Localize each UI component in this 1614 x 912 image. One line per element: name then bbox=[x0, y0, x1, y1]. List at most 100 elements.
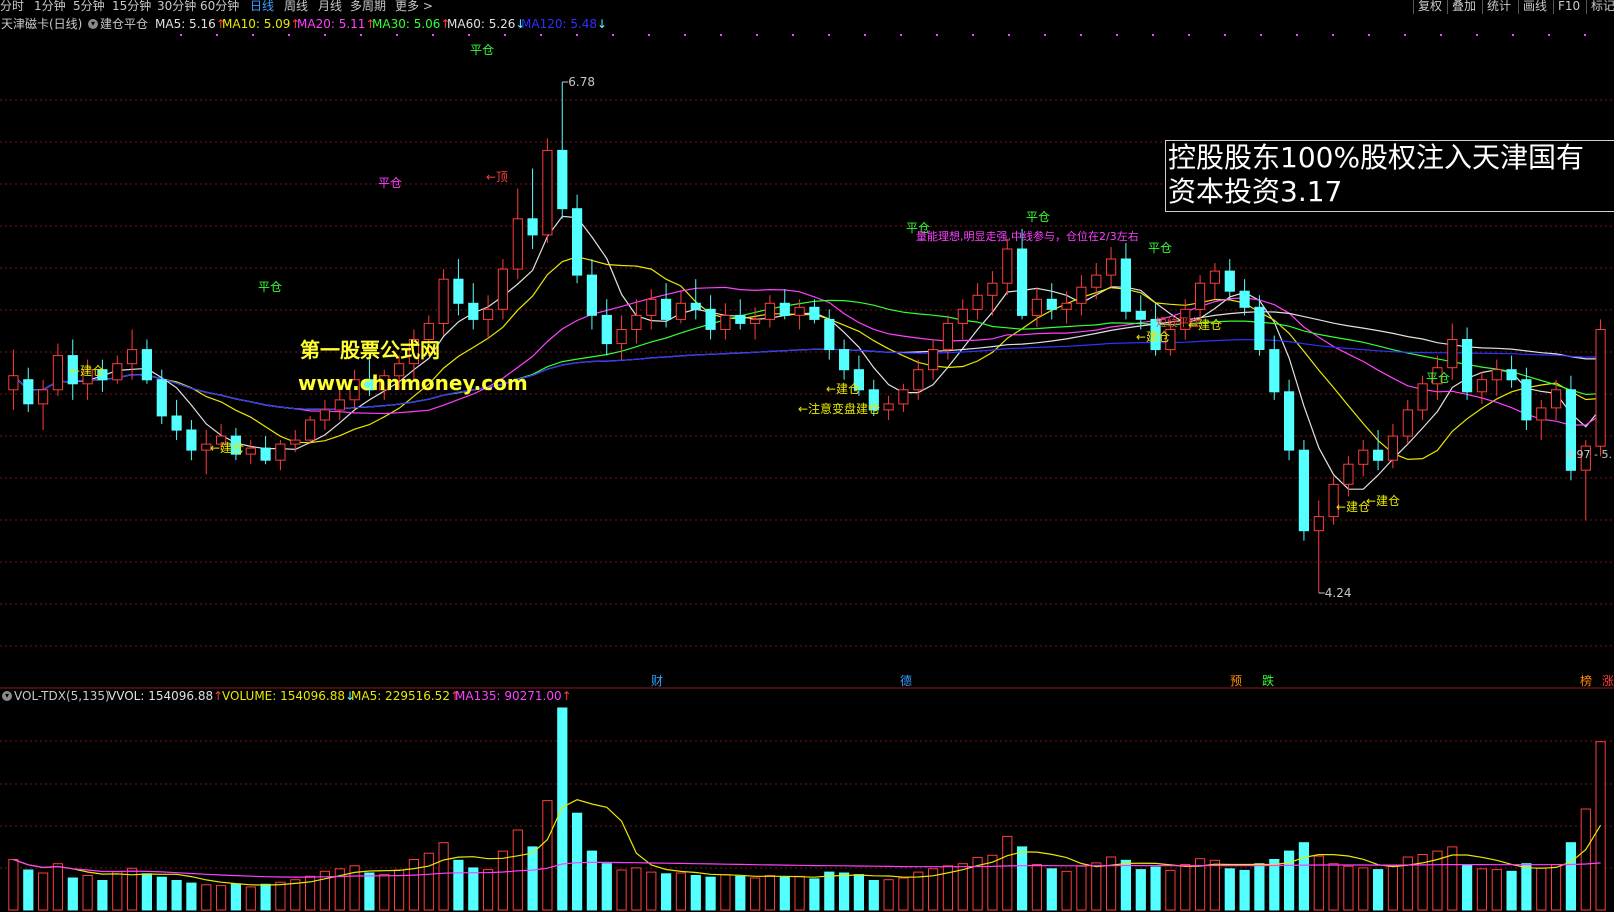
signal-dot bbox=[1440, 34, 1442, 36]
candle-35 bbox=[527, 168, 538, 249]
close-signal-top: 平仓 bbox=[470, 43, 494, 57]
candle-body bbox=[38, 389, 49, 405]
volume-bar-1 bbox=[23, 869, 34, 911]
build-signal: ←建仓 bbox=[1188, 318, 1222, 332]
volume-bar-91 bbox=[1358, 867, 1369, 911]
candle-body bbox=[1462, 339, 1473, 393]
signal-dot bbox=[1332, 34, 1334, 36]
tool-button-3[interactable]: 画线 bbox=[1518, 0, 1547, 14]
event-marker-4: 榜 bbox=[1580, 673, 1592, 688]
volume-bar-5 bbox=[82, 875, 93, 911]
ma-line-MA10 bbox=[12, 256, 1601, 461]
kline-chart[interactable]: 6.784.244.97 - 5.平仓←顶平仓平仓平仓平仓平仓平仓量能理想,明显… bbox=[0, 0, 1614, 912]
volume-bar-30 bbox=[453, 859, 464, 911]
candle-71 bbox=[1061, 291, 1072, 324]
volume-bar-35 bbox=[527, 846, 538, 911]
candle-body bbox=[1031, 298, 1043, 316]
period-tab-7[interactable]: 周线 bbox=[284, 0, 308, 14]
volume-bar-93 bbox=[1387, 864, 1399, 911]
signal-dot bbox=[288, 34, 290, 36]
period-tab-1[interactable]: 1分钟 bbox=[34, 0, 66, 14]
tool-button-0[interactable]: 复权 bbox=[1413, 0, 1442, 14]
signal-dot bbox=[864, 34, 866, 36]
volume-bar-6 bbox=[97, 880, 108, 911]
volume-bar-101 bbox=[1506, 870, 1517, 911]
candle-body bbox=[928, 349, 939, 371]
candle-body bbox=[1076, 286, 1087, 304]
signal-dot bbox=[1512, 34, 1514, 36]
volume-bar-98 bbox=[1462, 864, 1473, 911]
period-tab-3[interactable]: 15分钟 bbox=[112, 0, 151, 14]
candle-body bbox=[972, 294, 983, 310]
candle-38 bbox=[572, 194, 583, 284]
candle-12 bbox=[186, 419, 197, 461]
tool-button-2[interactable]: 统计 bbox=[1482, 0, 1511, 14]
period-tab-4[interactable]: 30分钟 bbox=[157, 0, 196, 14]
volume-bar-43 bbox=[646, 871, 657, 911]
volume-bar-59 bbox=[883, 879, 894, 911]
candle-body bbox=[586, 274, 597, 316]
signal-dot bbox=[576, 34, 578, 36]
candle-body bbox=[305, 419, 316, 441]
tool-button-5[interactable]: 标记 bbox=[1586, 0, 1614, 14]
candle-98 bbox=[1462, 327, 1473, 400]
stock-title[interactable]: 天津磁卡(日线) bbox=[1, 16, 82, 32]
volume-bars bbox=[8, 707, 1606, 911]
period-tab-6[interactable]: 日线 bbox=[250, 0, 274, 14]
volume-bar-47 bbox=[705, 876, 716, 911]
tool-button-4[interactable]: F10 bbox=[1553, 0, 1580, 14]
dropdown-icon[interactable]: ▾ bbox=[88, 19, 98, 29]
close-signal: 平仓 bbox=[1426, 371, 1450, 385]
volume-bar-2 bbox=[38, 872, 49, 911]
volume-bar-4 bbox=[67, 877, 78, 911]
candle-72 bbox=[1076, 275, 1087, 316]
candle-body bbox=[1595, 329, 1606, 447]
ma-line-MA30 bbox=[12, 299, 1601, 410]
close-signal: 平仓 bbox=[1026, 210, 1050, 224]
candle-body bbox=[616, 329, 627, 345]
event-marker-3: 跌 bbox=[1262, 673, 1274, 688]
news-line-1: 控股股东100%股权注入天津国有 bbox=[1168, 141, 1585, 174]
volume-bar-67 bbox=[1002, 835, 1013, 911]
candle-8 bbox=[127, 329, 138, 380]
period-tab-2[interactable]: 5分钟 bbox=[73, 0, 105, 14]
candle-body bbox=[764, 302, 775, 320]
candle-103 bbox=[1536, 399, 1547, 441]
candle-3 bbox=[52, 343, 63, 396]
candle-body bbox=[245, 447, 256, 455]
candle-body bbox=[1506, 369, 1517, 381]
volume-bar-50 bbox=[750, 877, 761, 911]
signal-dot bbox=[1476, 34, 1478, 36]
signal-dot bbox=[180, 34, 182, 36]
period-tab-8[interactable]: 月线 bbox=[318, 0, 342, 14]
candle-17 bbox=[260, 436, 271, 465]
candle-32 bbox=[483, 295, 494, 340]
period-tab-5[interactable]: 60分钟 bbox=[200, 0, 239, 14]
period-tab-9[interactable]: 多周期 bbox=[350, 0, 386, 14]
volume-indicator-name[interactable]: VOL-TDX(5,135) bbox=[14, 688, 110, 704]
top-signal: ←顶 bbox=[486, 170, 508, 184]
volume-bar-34 bbox=[512, 829, 523, 911]
signal-dot bbox=[972, 34, 974, 36]
candle-0 bbox=[8, 349, 19, 410]
signal-dot bbox=[360, 34, 362, 36]
candle-105 bbox=[1565, 375, 1577, 481]
candle-64 bbox=[957, 299, 968, 340]
dropdown-icon[interactable]: ▾ bbox=[2, 691, 12, 701]
period-tab-0[interactable]: 分时 bbox=[0, 0, 24, 14]
indicator-name[interactable]: 建仓平仓 bbox=[100, 16, 148, 32]
tool-button-1[interactable]: 叠加 bbox=[1447, 0, 1476, 14]
volume-bar-52 bbox=[779, 876, 790, 911]
candle-body bbox=[646, 298, 657, 316]
candle-body bbox=[572, 208, 583, 276]
ma-line-MA120 bbox=[12, 338, 1601, 410]
candle-48 bbox=[720, 303, 731, 340]
candle-body bbox=[542, 149, 553, 236]
candle-69 bbox=[1031, 287, 1043, 328]
volume-bar-36 bbox=[542, 800, 553, 911]
signal-dot bbox=[936, 34, 938, 36]
build-signal: ←建仓 bbox=[1366, 494, 1400, 508]
signal-dot bbox=[396, 34, 398, 36]
candle-body bbox=[942, 322, 953, 351]
period-tab-10[interactable]: 更多 > bbox=[395, 0, 433, 14]
